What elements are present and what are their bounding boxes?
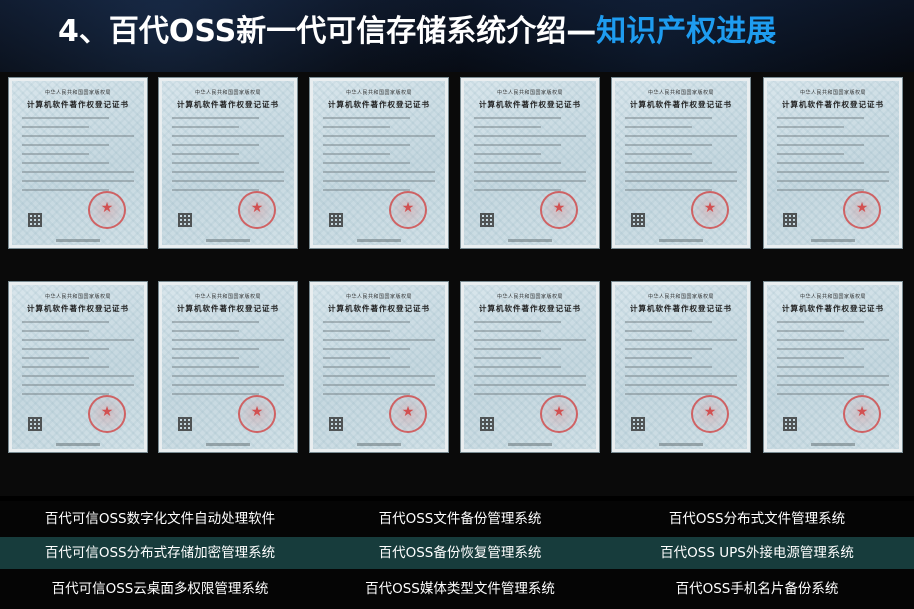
certificate-heading: 计算机软件著作权登记证书: [479, 100, 581, 109]
official-seal-icon: [843, 395, 881, 433]
certificate-heading: 计算机软件著作权登记证书: [27, 100, 129, 109]
software-name: 百代OSS手机名片备份系统: [675, 581, 839, 597]
certificate-issuer: 中华人民共和国国家版权局: [647, 90, 714, 96]
certificate-heading: 计算机软件著作权登记证书: [328, 100, 430, 109]
official-seal-icon: [88, 191, 126, 229]
certificate-heading: 计算机软件著作权登记证书: [630, 100, 732, 109]
certificate-issuer: 中华人民共和国国家版权局: [799, 90, 866, 96]
official-seal-icon: [389, 191, 427, 229]
certificate-heading: 计算机软件著作权登记证书: [782, 100, 884, 109]
certificate-image: 中华人民共和国国家版权局 计算机软件著作权登记证书: [309, 281, 449, 453]
certificate-heading: 计算机软件著作权登记证书: [479, 304, 581, 313]
certificate-image: 中华人民共和国国家版权局 计算机软件著作权登记证书: [460, 281, 600, 453]
certificate-image: 中华人民共和国国家版权局 计算机软件著作权登记证书: [763, 281, 903, 453]
qr-code-icon: [631, 213, 645, 227]
official-seal-icon: [540, 395, 578, 433]
certificate-image: 中华人民共和国国家版权局 计算机软件著作权登记证书: [460, 77, 600, 249]
qr-code-icon: [631, 417, 645, 431]
certificate-issuer: 中华人民共和国国家版权局: [496, 294, 563, 300]
certificate-heading: 计算机软件著作权登记证书: [177, 100, 279, 109]
official-seal-icon: [238, 191, 276, 229]
qr-code-icon: [28, 417, 42, 431]
software-name: 百代可信OSS分布式存储加密管理系统: [44, 545, 276, 561]
certificate-issuer: 中华人民共和国国家版权局: [799, 294, 866, 300]
qr-code-icon: [329, 213, 343, 227]
certificate-image: 中华人民共和国国家版权局 计算机软件著作权登记证书: [611, 77, 751, 249]
certificates-panel: 中华人民共和国国家版权局 计算机软件著作权登记证书 中华人民共和国国家版权局 计…: [0, 72, 914, 496]
certificate-issuer: 中华人民共和国国家版权局: [194, 294, 261, 300]
certificate-image: 中华人民共和国国家版权局 计算机软件著作权登记证书: [8, 281, 148, 453]
certificate-image: 中华人民共和国国家版权局 计算机软件著作权登记证书: [309, 77, 449, 249]
slide: 4、百代OSS新一代可信存储系统介绍—知识产权进展 中华人民共和国国家版权局 计…: [0, 0, 914, 609]
software-name: 百代可信OSS数字化文件自动处理软件: [44, 511, 276, 527]
certificate-heading: 计算机软件著作权登记证书: [27, 304, 129, 313]
certificate-image: 中华人民共和国国家版权局 计算机软件著作权登记证书: [158, 281, 298, 453]
software-name: 百代OSS UPS外接电源管理系统: [660, 545, 854, 561]
certificate-issuer: 中华人民共和国国家版权局: [44, 294, 111, 300]
software-name: 百代可信OSS云桌面多权限管理系统: [51, 581, 269, 597]
qr-code-icon: [178, 213, 192, 227]
certificate-issuer: 中华人民共和国国家版权局: [345, 294, 412, 300]
official-seal-icon: [88, 395, 126, 433]
certificate-issuer: 中华人民共和国国家版权局: [647, 294, 714, 300]
official-seal-icon: [389, 395, 427, 433]
official-seal-icon: [540, 191, 578, 229]
qr-code-icon: [480, 417, 494, 431]
official-seal-icon: [691, 395, 729, 433]
software-list: 百代可信OSS数字化文件自动处理软件 百代OSS文件备份管理系统 百代OSS分布…: [0, 501, 914, 609]
certificate-issuer: 中华人民共和国国家版权局: [44, 90, 111, 96]
certificate-image: 中华人民共和国国家版权局 计算机软件著作权登记证书: [158, 77, 298, 249]
software-name: 百代OSS文件备份管理系统: [378, 511, 542, 527]
certificate-image: 中华人民共和国国家版权局 计算机软件著作权登记证书: [611, 281, 751, 453]
software-name: 百代OSS备份恢复管理系统: [378, 545, 542, 561]
software-row: 百代可信OSS数字化文件自动处理软件 百代OSS文件备份管理系统 百代OSS分布…: [0, 503, 914, 535]
certificate-issuer: 中华人民共和国国家版权局: [345, 90, 412, 96]
certificate-issuer: 中华人民共和国国家版权局: [496, 90, 563, 96]
certificate-issuer: 中华人民共和国国家版权局: [194, 90, 261, 96]
qr-code-icon: [178, 417, 192, 431]
certificate-heading: 计算机软件著作权登记证书: [177, 304, 279, 313]
software-row-highlighted: 百代可信OSS分布式存储加密管理系统 百代OSS备份恢复管理系统 百代OSS U…: [0, 537, 914, 569]
certificate-heading: 计算机软件著作权登记证书: [328, 304, 430, 313]
certificate-heading: 计算机软件著作权登记证书: [782, 304, 884, 313]
qr-code-icon: [783, 213, 797, 227]
certificate-image: 中华人民共和国国家版权局 计算机软件著作权登记证书: [763, 77, 903, 249]
certificate-heading: 计算机软件著作权登记证书: [630, 304, 732, 313]
qr-code-icon: [329, 417, 343, 431]
official-seal-icon: [691, 191, 729, 229]
official-seal-icon: [843, 191, 881, 229]
official-seal-icon: [238, 395, 276, 433]
qr-code-icon: [783, 417, 797, 431]
software-name: 百代OSS分布式文件管理系统: [668, 511, 846, 527]
software-row: 百代可信OSS云桌面多权限管理系统 百代OSS媒体类型文件管理系统 百代OSS手…: [0, 573, 914, 605]
title-main: 4、百代OSS新一代可信存储系统介绍—: [58, 14, 597, 49]
title-accent: 知识产权进展: [596, 14, 777, 49]
page-title: 4、百代OSS新一代可信存储系统介绍—知识产权进展: [58, 12, 776, 52]
qr-code-icon: [28, 213, 42, 227]
software-name: 百代OSS媒体类型文件管理系统: [365, 581, 555, 597]
certificate-image: 中华人民共和国国家版权局 计算机软件著作权登记证书: [8, 77, 148, 249]
title-band: 4、百代OSS新一代可信存储系统介绍—知识产权进展: [0, 0, 914, 72]
qr-code-icon: [480, 213, 494, 227]
